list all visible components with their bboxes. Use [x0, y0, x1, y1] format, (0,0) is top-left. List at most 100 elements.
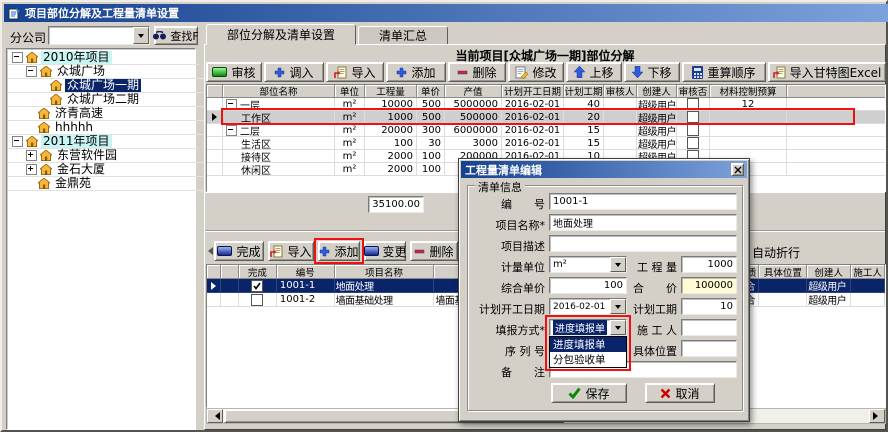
col-quantity[interactable]: 工程量	[365, 85, 417, 98]
dialog-title-bar[interactable]: 工程量清单编辑	[461, 161, 747, 178]
audited-checkbox[interactable]	[687, 124, 699, 136]
unit: m²	[335, 150, 365, 163]
audited-checkbox[interactable]	[687, 98, 699, 110]
delete-list-item-button[interactable]: 删除	[410, 241, 458, 261]
price: 100	[417, 150, 445, 163]
audited-checkbox[interactable]	[687, 111, 699, 123]
finish-button[interactable]: 完成	[214, 241, 264, 261]
app-window: 项目部位分解及工程量清单设置 分公司 查找F 2010年项目 众城广场 众城广场…	[0, 0, 888, 432]
cancel-button[interactable]: 取消	[645, 383, 715, 403]
tree-item-hhhhh[interactable]: hhhhh	[8, 120, 225, 135]
autowrap-label[interactable]: 自动折行	[752, 244, 800, 261]
call-in-button[interactable]: 调入	[264, 62, 324, 82]
worker-input[interactable]	[681, 319, 737, 336]
scroll-right-button[interactable]	[869, 409, 885, 423]
chevron-down-icon[interactable]	[610, 320, 626, 335]
parts-row-workzone-selected[interactable]: 工作区 m² 1000 500 500000 2016-02-01 20 超级用…	[207, 111, 885, 124]
start-date-combobox[interactable]: 2016-02-01	[549, 298, 627, 315]
duration-input[interactable]: 10	[681, 298, 737, 315]
creator: 超级用户	[637, 124, 677, 137]
modify-button[interactable]: 修改	[508, 62, 564, 82]
qty-label: 工 程 量	[625, 259, 677, 275]
dialog-close-button[interactable]	[731, 163, 744, 176]
tree-item-software-park[interactable]: 东营软件园	[8, 148, 213, 163]
tree-item-label: 济青高速	[53, 107, 105, 120]
recalc-order-button[interactable]: 重算顺序	[682, 62, 766, 82]
import-gantt-button[interactable]: 导入甘特图Excel	[768, 62, 886, 82]
tree-item-2010[interactable]: 2010年项目	[8, 50, 199, 65]
unit-combobox[interactable]: m²	[549, 256, 627, 273]
done-checkbox-checked[interactable]	[251, 280, 263, 292]
location-input[interactable]	[681, 340, 737, 357]
code-input[interactable]: 1001-1	[549, 193, 737, 210]
add-list-item-button[interactable]: 添加	[318, 241, 360, 261]
col-code[interactable]: 编号	[277, 265, 335, 279]
tab-parts-setup[interactable]: 部位分解及清单设置	[206, 24, 356, 45]
col-worker[interactable]: 施工人	[851, 265, 885, 279]
price-input[interactable]: 100	[549, 277, 627, 294]
tree-item-jinshi-tower[interactable]: 金石大厦	[8, 162, 213, 177]
tree-item-plaza-phase1[interactable]: 众城广场一期	[8, 78, 237, 93]
col-auditor[interactable]: 审核人	[604, 85, 637, 98]
chevron-down-icon[interactable]	[610, 257, 626, 272]
tree-item-2011[interactable]: 2011年项目	[8, 134, 199, 149]
collapse-icon[interactable]	[26, 66, 37, 77]
col-part-name[interactable]: 部位名称	[223, 85, 335, 98]
tab-list-summary[interactable]: 清单汇总	[358, 26, 448, 45]
col-item-name[interactable]: 项目名称	[335, 265, 435, 279]
done-checkbox[interactable]	[251, 294, 263, 306]
import-list-button[interactable]: 导入	[268, 241, 314, 261]
expand-icon[interactable]	[26, 150, 37, 161]
col-output[interactable]: 产值	[445, 85, 502, 98]
amount-input[interactable]: 100000	[681, 277, 737, 294]
collapse-icon[interactable]	[226, 99, 237, 110]
move-up-button[interactable]: 上移	[566, 62, 622, 82]
add-button[interactable]: 添加	[386, 62, 446, 82]
report-method-combobox[interactable]: 进度填报单	[549, 319, 627, 336]
delete-button[interactable]: 删除	[448, 62, 506, 82]
search-button[interactable]: 查找F	[154, 26, 198, 45]
chevron-down-icon[interactable]	[133, 27, 149, 44]
col-duration[interactable]: 计划工期	[564, 85, 604, 98]
col-material-budget[interactable]: 材料控制预算	[710, 85, 787, 98]
output: 5000000	[445, 98, 502, 111]
col-audited[interactable]: 审核否	[677, 85, 710, 98]
dropdown-option-subcontract-acceptance[interactable]: 分包验收单	[550, 352, 626, 367]
tree-item-plaza-phase2[interactable]: 众城广场二期	[8, 92, 237, 107]
parts-row-floor2[interactable]: 二层 m² 20000 300 6000000 2016-02-01 15 超级…	[207, 124, 885, 137]
start-date-label: 计划开工日期	[465, 301, 545, 317]
col-done[interactable]: 完成	[239, 265, 277, 279]
item-desc-input[interactable]	[549, 235, 737, 252]
col-start-date[interactable]: 计划开工日期	[502, 85, 564, 98]
parts-row-floor1[interactable]: 一层 m² 10000 500 5000000 2016-02-01 40 超级…	[207, 98, 885, 111]
branch-combobox[interactable]	[48, 26, 150, 45]
scroll-left-button[interactable]	[207, 409, 223, 423]
splitter-collapse-button[interactable]	[204, 242, 212, 260]
dropdown-option-progress-report[interactable]: 进度填报单	[550, 337, 626, 352]
chevron-down-icon[interactable]	[610, 299, 626, 314]
collapse-icon[interactable]	[226, 125, 237, 136]
col-price[interactable]: 单价	[417, 85, 445, 98]
collapse-icon[interactable]	[12, 136, 23, 147]
item-name-input[interactable]: 地面处理	[549, 214, 737, 231]
import-button[interactable]: 导入	[326, 62, 384, 82]
col-creator[interactable]: 创建人	[637, 85, 677, 98]
audited-checkbox[interactable]	[687, 137, 699, 149]
collapse-icon[interactable]	[12, 52, 23, 63]
parts-row-living[interactable]: 生活区 m² 100 30 3000 2016-02-01 15 超级用户	[207, 137, 885, 150]
tree-item-jinding[interactable]: 金鼎苑	[8, 176, 225, 191]
change-button[interactable]: 变更	[364, 241, 406, 261]
audit-button[interactable]: 审核	[206, 62, 262, 82]
col-unit[interactable]: 单位	[335, 85, 365, 98]
price: 30	[417, 137, 445, 150]
expand-icon[interactable]	[26, 164, 37, 175]
col-list-creator[interactable]: 创建人	[807, 265, 851, 279]
tree-item-plaza[interactable]: 众城广场	[8, 64, 213, 79]
save-button[interactable]: 保存	[551, 383, 627, 403]
quantity: 10000	[365, 98, 417, 111]
quantity: 2000	[365, 150, 417, 163]
qty-input[interactable]: 1000	[681, 256, 737, 273]
tree-item-highway[interactable]: 济青高速	[8, 106, 225, 121]
move-down-button[interactable]: 下移	[624, 62, 680, 82]
col-location[interactable]: 具体位置	[759, 265, 807, 279]
